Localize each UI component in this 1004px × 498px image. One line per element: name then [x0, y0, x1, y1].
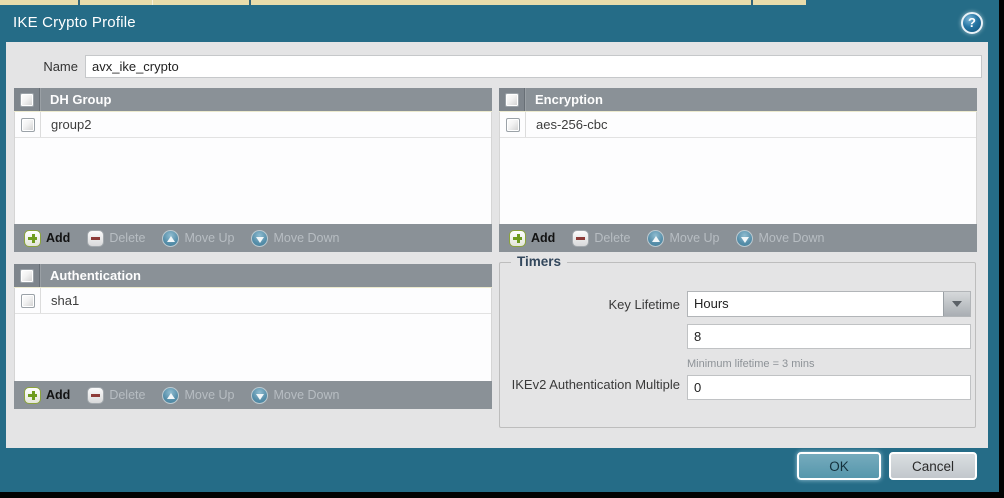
add-button[interactable]: Add	[24, 387, 70, 404]
list-item-label: group2	[41, 117, 91, 132]
add-button-label: Add	[531, 231, 555, 245]
move-up-button[interactable]: Move Up	[162, 230, 234, 247]
timers-group: Timers Key Lifetime Hours Minimum lifeti…	[499, 262, 976, 428]
delete-button-label: Delete	[594, 231, 630, 245]
dh-group-header: DH Group	[14, 88, 492, 112]
delete-button[interactable]: Delete	[87, 230, 145, 247]
encryption-item-checkbox[interactable]	[506, 118, 520, 132]
move-up-button[interactable]: Move Up	[647, 230, 719, 247]
plus-icon	[509, 230, 526, 247]
authentication-toolbar: Add Delete Move Up Move Down	[14, 381, 492, 409]
authentication-select-all-checkbox[interactable]	[20, 269, 34, 283]
list-item[interactable]: group2	[15, 112, 491, 138]
encryption-list: aes-256-cbc	[499, 112, 977, 224]
ikev2-authentication-multiple-label: IKEv2 Authentication Multiple	[500, 376, 680, 393]
list-item-cbcell	[15, 288, 41, 313]
delete-button-label: Delete	[109, 231, 145, 245]
name-input[interactable]	[85, 55, 982, 78]
move-up-button-label: Move Up	[184, 231, 234, 245]
list-item[interactable]: aes-256-cbc	[500, 112, 976, 138]
dialog-title: IKE Crypto Profile	[13, 14, 136, 31]
add-button-label: Add	[46, 231, 70, 245]
list-item-label: aes-256-cbc	[526, 117, 608, 132]
dialog-content: Name DH Group group2	[6, 42, 988, 448]
minus-icon	[87, 230, 104, 247]
ike-crypto-profile-dialog: IKE Crypto Profile ? Name DH Group	[0, 5, 999, 492]
minus-icon	[572, 230, 589, 247]
authentication-header-cbcell	[14, 264, 40, 287]
encryption-select-all-checkbox[interactable]	[505, 93, 519, 107]
encryption-header-label: Encryption	[525, 92, 603, 107]
list-item[interactable]: sha1	[15, 288, 491, 314]
screen-bottom-edge	[0, 492, 1004, 498]
move-down-button[interactable]: Move Down	[736, 230, 824, 247]
arrow-down-icon	[736, 230, 753, 247]
move-down-button-label: Move Down	[273, 388, 339, 402]
move-down-button[interactable]: Move Down	[251, 387, 339, 404]
delete-button[interactable]: Delete	[87, 387, 145, 404]
screen: IKE Crypto Profile ? Name DH Group	[0, 0, 1004, 498]
plus-icon	[24, 387, 41, 404]
key-lifetime-unit-value: Hours	[688, 292, 943, 316]
authentication-header-label: Authentication	[40, 268, 141, 283]
ok-button[interactable]: OK	[797, 452, 881, 480]
move-up-button[interactable]: Move Up	[162, 387, 234, 404]
minimum-lifetime-hint: Minimum lifetime = 3 mins	[687, 358, 814, 370]
dh-group-list: group2	[14, 112, 492, 224]
add-button[interactable]: Add	[24, 230, 70, 247]
dh-group-item-checkbox[interactable]	[21, 118, 35, 132]
timers-legend: Timers	[511, 254, 567, 269]
plus-icon	[24, 230, 41, 247]
arrow-up-icon	[162, 230, 179, 247]
dialog-titlebar: IKE Crypto Profile ?	[0, 5, 999, 42]
chevron-down-icon	[952, 301, 962, 307]
encryption-header: Encryption	[499, 88, 977, 112]
delete-button-label: Delete	[109, 388, 145, 402]
move-up-button-label: Move Up	[669, 231, 719, 245]
dh-group-header-label: DH Group	[40, 92, 111, 107]
arrow-up-icon	[162, 387, 179, 404]
ikev2-authentication-multiple-input[interactable]	[687, 375, 971, 400]
authentication-list: sha1	[14, 288, 492, 381]
list-item-label: sha1	[41, 293, 79, 308]
screen-right-edge	[999, 0, 1004, 498]
move-down-button[interactable]: Move Down	[251, 230, 339, 247]
name-label: Name	[6, 59, 78, 74]
cancel-button[interactable]: Cancel	[889, 452, 977, 480]
add-button-label: Add	[46, 388, 70, 402]
dh-group-select-all-checkbox[interactable]	[20, 93, 34, 107]
arrow-up-icon	[647, 230, 664, 247]
encryption-panel: Encryption aes-256-cbc Add	[499, 88, 977, 252]
move-up-button-label: Move Up	[184, 388, 234, 402]
dh-group-header-cbcell	[14, 88, 40, 111]
move-down-button-label: Move Down	[273, 231, 339, 245]
dh-group-toolbar: Add Delete Move Up Move Down	[14, 224, 492, 252]
dh-group-panel: DH Group group2 Add	[14, 88, 492, 252]
authentication-item-checkbox[interactable]	[21, 294, 35, 308]
move-down-button-label: Move Down	[758, 231, 824, 245]
key-lifetime-label: Key Lifetime	[500, 296, 680, 313]
arrow-down-icon	[251, 387, 268, 404]
delete-button[interactable]: Delete	[572, 230, 630, 247]
list-item-cbcell	[15, 112, 41, 137]
encryption-toolbar: Add Delete Move Up Move Down	[499, 224, 977, 252]
authentication-panel: Authentication sha1 Add	[14, 264, 492, 409]
add-button[interactable]: Add	[509, 230, 555, 247]
help-icon[interactable]: ?	[961, 12, 983, 34]
dropdown-button[interactable]	[943, 292, 970, 316]
authentication-header: Authentication	[14, 264, 492, 288]
minus-icon	[87, 387, 104, 404]
key-lifetime-value-input[interactable]	[687, 324, 971, 349]
key-lifetime-unit-select[interactable]: Hours	[687, 291, 971, 317]
list-item-cbcell	[500, 112, 526, 137]
encryption-header-cbcell	[499, 88, 525, 111]
arrow-down-icon	[251, 230, 268, 247]
